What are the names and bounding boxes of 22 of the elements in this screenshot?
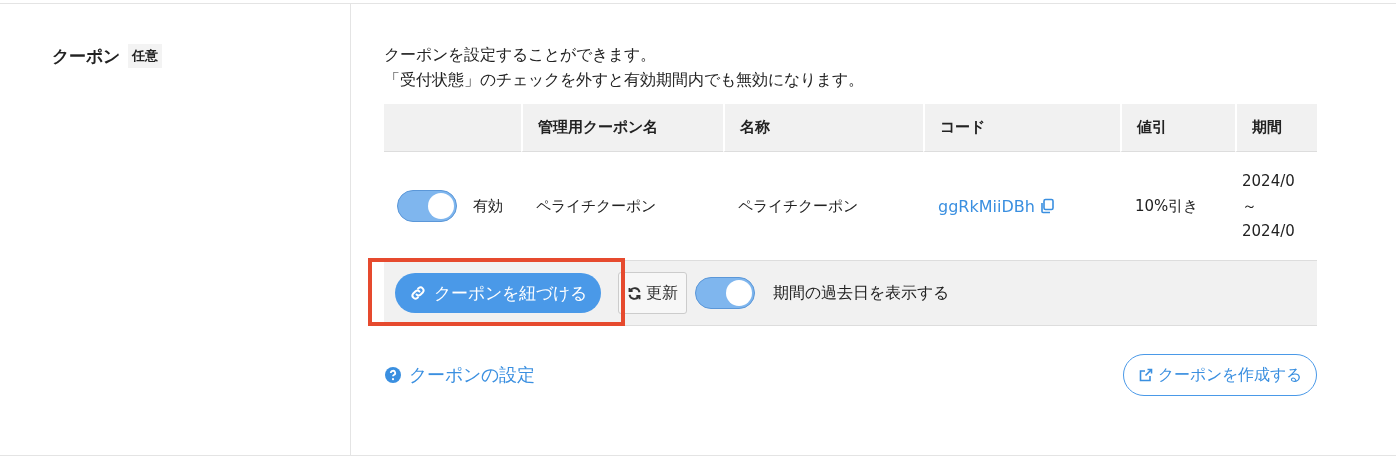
toggle-label: 期間の過去日を表示する	[773, 282, 949, 304]
column-header: コード	[923, 104, 1120, 152]
refresh-button[interactable]: 更新	[618, 272, 687, 314]
help-link[interactable]: クーポンの設定	[384, 363, 535, 387]
column-header: 名称	[723, 104, 923, 152]
status-text: 有効	[473, 196, 503, 216]
table-cell-text: ペライチクーポン	[535, 195, 657, 217]
link-coupon-button[interactable]: クーポンを紐づける	[395, 273, 601, 313]
description-text: 「受付状態」のチェックを外すと有効期間内でも無効になります。	[384, 69, 865, 91]
table-cell-text: ペライチクーポン	[737, 195, 859, 217]
period-text: 2024/0	[1242, 220, 1295, 242]
period-text: ～	[1242, 195, 1258, 217]
table-cell-text: 10%引き	[1134, 195, 1200, 217]
optional-badge: 任意	[128, 44, 162, 68]
create-coupon-button[interactable]: クーポンを作成する	[1123, 354, 1317, 396]
section-label: クーポン	[52, 45, 120, 68]
description-text: クーポンを設定することができます。	[384, 44, 657, 66]
column-header: 期間	[1235, 104, 1317, 152]
coupon-code-link[interactable]: ggRkMiiDBh	[938, 196, 1055, 216]
column-header: 値引	[1120, 104, 1235, 152]
period-text: 2024/0	[1242, 170, 1295, 192]
column-header: 管理用クーポン名	[521, 104, 723, 152]
